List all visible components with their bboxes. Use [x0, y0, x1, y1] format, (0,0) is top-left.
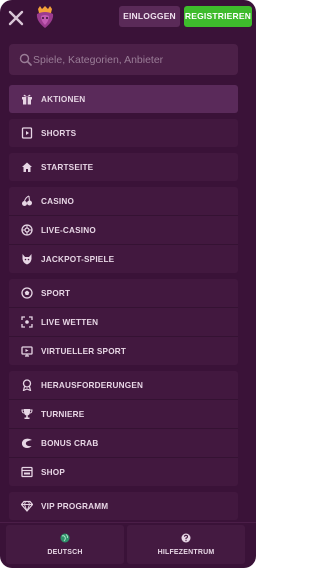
- menu-group-sport: SPORT LIVE WETTEN VIRTUELLER SPORT: [9, 279, 238, 365]
- menu-item-label: VIP PROGRAMM: [41, 501, 109, 511]
- menu-group-casino: CASINO LIVE-CASINO JACKPOT-SPIELE: [9, 187, 238, 273]
- menu-item-live-wetten[interactable]: LIVE WETTEN: [9, 308, 238, 336]
- menu-item-shop[interactable]: SHOP: [9, 458, 238, 486]
- live-betting-icon: [21, 316, 33, 328]
- roulette-icon: [21, 224, 33, 236]
- brand-logo-icon[interactable]: [34, 5, 56, 29]
- footer-bar: DEUTSCH HILFEZENTRUM: [0, 522, 256, 568]
- menu-item-jackpot[interactable]: JACKPOT-SPIELE: [9, 245, 238, 273]
- menu-item-turniere[interactable]: TURNIERE: [9, 400, 238, 428]
- main-menu: AKTIONEN SHORTS STARTSEITE CASINO LIVE-C…: [9, 85, 238, 526]
- trophy-icon: [21, 409, 33, 419]
- menu-group-home: STARTSEITE: [9, 153, 238, 181]
- menu-item-label: BONUS CRAB: [41, 438, 99, 448]
- search-icon: [19, 53, 32, 66]
- menu-item-aktionen[interactable]: AKTIONEN: [9, 85, 238, 113]
- menu-item-label: LIVE-CASINO: [41, 225, 96, 235]
- help-center-button[interactable]: HILFEZENTRUM: [127, 525, 245, 564]
- cherries-icon: [22, 195, 32, 206]
- monitor-icon: [21, 346, 33, 357]
- menu-item-label: CASINO: [41, 196, 75, 206]
- menu-item-virtueller-sport[interactable]: VIRTUELLER SPORT: [9, 337, 238, 365]
- menu-item-shorts[interactable]: SHORTS: [9, 119, 238, 147]
- diamond-icon: [21, 500, 33, 512]
- menu-item-label: STARTSEITE: [41, 162, 94, 172]
- language-label: DEUTSCH: [47, 549, 83, 556]
- shop-icon: [21, 466, 33, 478]
- home-icon: [22, 162, 32, 172]
- menu-item-sport[interactable]: SPORT: [9, 279, 238, 307]
- menu-group-shorts: SHORTS: [9, 119, 238, 147]
- film-icon: [21, 127, 33, 139]
- menu-item-bonus-crab[interactable]: BONUS CRAB: [9, 429, 238, 457]
- claw-icon: [21, 438, 32, 448]
- menu-group-promotions: AKTIONEN: [9, 85, 238, 113]
- menu-item-label: TURNIERE: [41, 409, 85, 419]
- login-button[interactable]: EINLOGGEN: [119, 6, 180, 27]
- close-icon[interactable]: [8, 10, 24, 26]
- globe-flag-icon: [60, 533, 70, 543]
- menu-item-label: HERAUSFORDERUNGEN: [41, 380, 144, 390]
- menu-item-label: SHOP: [41, 467, 66, 477]
- help-center-label: HILFEZENTRUM: [157, 549, 215, 556]
- menu-item-herausforderungen[interactable]: HERAUSFORDERUNGEN: [9, 371, 238, 399]
- register-button[interactable]: REGISTRIEREN: [184, 6, 252, 27]
- menu-item-label: SPORT: [41, 288, 71, 298]
- medal-icon: [22, 379, 32, 391]
- soccer-ball-icon: [21, 287, 33, 299]
- menu-item-label: LIVE WETTEN: [41, 317, 99, 327]
- menu-item-label: AKTIONEN: [41, 94, 86, 104]
- menu-item-startseite[interactable]: STARTSEITE: [9, 153, 238, 181]
- menu-item-vip[interactable]: VIP PROGRAMM: [9, 492, 238, 520]
- help-icon: [181, 533, 191, 543]
- menu-item-live-casino[interactable]: LIVE-CASINO: [9, 216, 238, 244]
- menu-group-vip: VIP PROGRAMM: [9, 492, 238, 520]
- gift-icon: [22, 94, 32, 105]
- top-bar: EINLOGGEN REGISTRIEREN: [0, 0, 256, 36]
- menu-item-label: JACKPOT-SPIELE: [41, 254, 115, 264]
- language-button[interactable]: DEUTSCH: [6, 525, 124, 564]
- menu-item-label: SHORTS: [41, 128, 77, 138]
- wolf-icon: [22, 254, 32, 265]
- menu-item-label: VIRTUELLER SPORT: [41, 346, 127, 356]
- search-box: [9, 44, 238, 75]
- menu-item-casino[interactable]: CASINO: [9, 187, 238, 215]
- menu-group-rewards: HERAUSFORDERUNGEN TURNIERE BONUS CRAB SH…: [9, 371, 238, 486]
- side-menu-screen: EINLOGGEN REGISTRIEREN AKTIONEN: [0, 0, 256, 568]
- search-input[interactable]: [33, 44, 233, 75]
